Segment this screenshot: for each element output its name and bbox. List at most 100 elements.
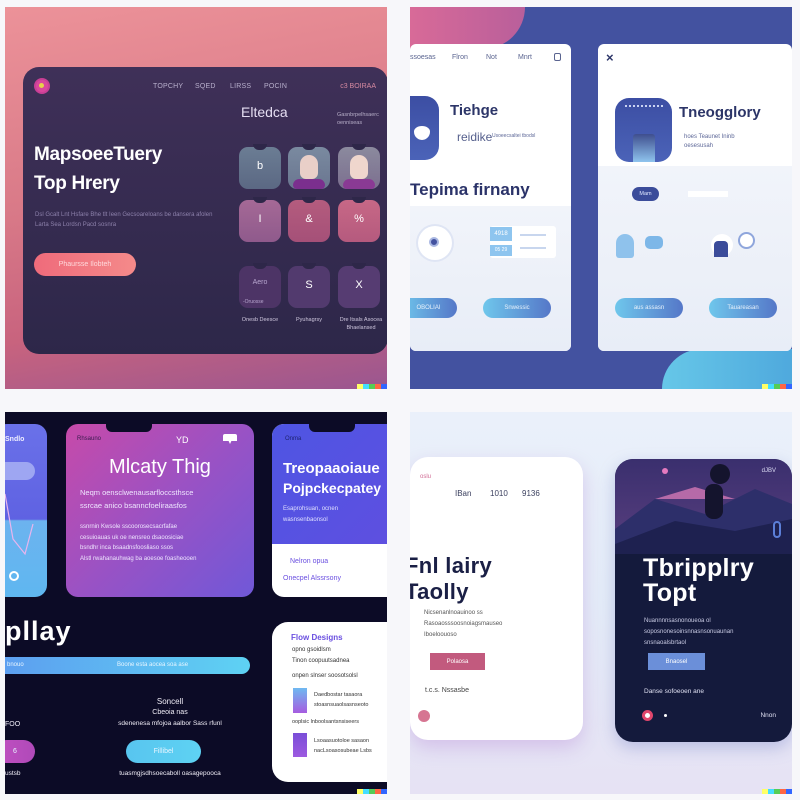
body-line: Rasoaosssoosnoiagsmauseo bbox=[424, 621, 503, 627]
tile-5[interactable]: & bbox=[288, 197, 330, 242]
waveform-icon bbox=[5, 493, 34, 556]
center-body: sdenenesa mfojoa aalbor Sass rfunl bbox=[118, 720, 222, 727]
primary-button[interactable]: Polaosa bbox=[430, 653, 485, 670]
logo-icon[interactable] bbox=[36, 80, 48, 92]
section-headline: Tepima firnany bbox=[410, 180, 530, 199]
headline-line-1: MapsoeeTuery bbox=[34, 144, 163, 165]
card-label: Rhsauno bbox=[77, 436, 102, 442]
panel-4-mobile-cards: oslu IBan 1010 9136 Fnl lairy Taolly Nic… bbox=[410, 412, 792, 794]
stat-line bbox=[520, 247, 546, 249]
nav-item-3[interactable]: Not bbox=[486, 54, 497, 61]
light-card: oslu IBan 1010 9136 Fnl lairy Taolly Nic… bbox=[410, 457, 583, 740]
secondary-button[interactable]: Tauareasan bbox=[709, 298, 777, 318]
body-text: Nicsenanlnoauinoo ss Rasoaosssoosnoiagsm… bbox=[424, 608, 502, 641]
info-title: Flow Designs bbox=[291, 633, 343, 642]
panel-2-blue-app: ssoesas Flron Not Mnrt Tiehge reidike Us… bbox=[410, 7, 792, 389]
card-badge: YD bbox=[176, 435, 189, 445]
decor-blob bbox=[662, 349, 792, 389]
progress-bar[interactable]: bnouo Boone esta aocea soa ase bbox=[5, 657, 250, 674]
weather-card-label: Sndlo bbox=[5, 436, 25, 443]
tile-glyph: X bbox=[355, 279, 363, 291]
headline-line-2: Taolly bbox=[410, 579, 469, 604]
avatar-face-icon bbox=[300, 155, 318, 179]
tile-caption-3: Dre ltsals Asocea Bhaelansed bbox=[339, 317, 383, 331]
tile-avatar-3[interactable] bbox=[338, 144, 380, 189]
dial-widget[interactable] bbox=[418, 226, 452, 260]
section-title: Eltedca bbox=[241, 104, 288, 120]
tile-6[interactable]: % bbox=[338, 197, 380, 242]
headline-line-1: Fnl lairy bbox=[410, 553, 493, 578]
tile-1[interactable]: b bbox=[239, 144, 281, 189]
toggle-track[interactable] bbox=[688, 191, 728, 197]
user-badge bbox=[711, 234, 733, 257]
watermark bbox=[762, 384, 792, 389]
primary-button[interactable]: aus assasn bbox=[615, 298, 683, 318]
avatar-body-icon bbox=[293, 179, 325, 189]
body-line: snsnaoalsbrtaol bbox=[644, 640, 687, 646]
decor-blob bbox=[410, 7, 525, 49]
avatar-face-icon bbox=[350, 155, 368, 179]
toggle-button[interactable]: Mam bbox=[632, 187, 659, 201]
weather-card[interactable]: Sndlo bbox=[5, 424, 47, 597]
headline-line-1: Tbripplry bbox=[643, 554, 755, 582]
record-icon[interactable] bbox=[642, 710, 653, 721]
circle-icon[interactable] bbox=[9, 571, 19, 581]
info-line: ooplsic lnboolsantsnsiseers bbox=[292, 719, 359, 725]
book-icon bbox=[293, 733, 307, 757]
bag-icon[interactable] bbox=[554, 53, 561, 61]
tile-caption-1: Onesb Deesce bbox=[241, 317, 279, 323]
tile-avatar-2[interactable] bbox=[288, 144, 330, 189]
nav-item-2[interactable]: SQED bbox=[195, 83, 216, 90]
body-line: soposnonesoinsnnasnsonuaunan bbox=[644, 629, 734, 635]
lock-icon bbox=[616, 234, 634, 258]
cloud-icon bbox=[5, 462, 35, 480]
tile-glyph: b bbox=[256, 160, 264, 172]
nav-item-4[interactable]: Mnrt bbox=[518, 54, 532, 61]
body-line: Iboeloouoso bbox=[424, 632, 457, 638]
nav-item-1[interactable]: ssoesas bbox=[410, 54, 436, 61]
article-link-1[interactable]: Nelron opua bbox=[290, 558, 328, 565]
nav-item-4[interactable]: POCIN bbox=[264, 83, 287, 90]
tile-8[interactable]: S bbox=[288, 263, 330, 308]
tile-glyph: Aero bbox=[252, 279, 268, 286]
stat-value-2: 05 29 bbox=[490, 245, 512, 256]
left-button[interactable]: 6 bbox=[5, 740, 35, 763]
info-item-line: nacLsoasosubeae Lsbs bbox=[314, 748, 372, 754]
article-title-2: Pojpckecpatey bbox=[283, 480, 382, 496]
app-description-1: hoes Teaunet Ininb bbox=[684, 134, 735, 140]
secondary-button[interactable]: Snwessic bbox=[483, 298, 551, 318]
indicator-icon[interactable] bbox=[418, 710, 430, 722]
article-card[interactable]: Onma Treopaaoiaue Pojpckecpatey Esaprohs… bbox=[272, 424, 387, 597]
footer-center: tuasmgjsdhsoecaboll oasagepooca bbox=[119, 770, 221, 777]
nav-item-2[interactable]: Flron bbox=[452, 54, 468, 61]
close-icon[interactable]: × bbox=[606, 50, 614, 65]
nav-cta-link[interactable]: c3 BOIRAA bbox=[340, 83, 376, 90]
footer-label[interactable]: Nnon bbox=[760, 712, 776, 719]
watermark bbox=[762, 789, 792, 794]
primary-button[interactable]: OBOLIAI bbox=[410, 298, 457, 318]
center-button[interactable]: Fillibel bbox=[126, 740, 201, 763]
article-link-2[interactable]: Onecpel Alssrsony bbox=[283, 575, 341, 582]
hero-cta-button[interactable]: Phaursse Ilobteh bbox=[34, 253, 136, 276]
featured-card[interactable]: Rhsauno YD Mlcaty Thig Neqm oensclwenaus… bbox=[66, 424, 254, 597]
tile-7[interactable]: Aero -Oruosse bbox=[239, 263, 281, 308]
dial-icon bbox=[429, 237, 439, 247]
body-line: cesuioauas uk oe nensreo dsaoosiciae bbox=[80, 534, 184, 541]
tile-glyph: I bbox=[258, 213, 262, 225]
body-line: Alstl rwahanauhwag ba aoesoe foasheooen bbox=[80, 555, 197, 562]
primary-button[interactable]: Bnaosel bbox=[648, 653, 705, 670]
dot-indicator-icon[interactable] bbox=[664, 714, 667, 717]
scroll-indicator-icon[interactable] bbox=[773, 521, 781, 538]
dark-card: dJBV Tbripplry Topt Nuannnnsasnonoueoa o… bbox=[615, 459, 792, 742]
stat-3: 9136 bbox=[522, 489, 540, 498]
chat-icon[interactable] bbox=[223, 434, 237, 444]
tile-4[interactable]: I bbox=[239, 197, 281, 242]
nav-item-3[interactable]: LIRSS bbox=[230, 83, 251, 90]
avatar-body-icon bbox=[343, 179, 375, 189]
card-body-intro: Neqm oensclwenausarfloccsthsce ssrcae an… bbox=[80, 486, 245, 512]
info-card: Flow Designs opno gsoidlsm Tinon coopuut… bbox=[272, 622, 387, 782]
nav-item-1[interactable]: TOPCHY bbox=[153, 83, 183, 90]
gradient-bar-icon bbox=[293, 688, 307, 713]
body-text: Nuannnnsasnonoueoa ol soposnonesoinsnnas… bbox=[644, 616, 733, 649]
tile-9[interactable]: X bbox=[338, 263, 380, 308]
